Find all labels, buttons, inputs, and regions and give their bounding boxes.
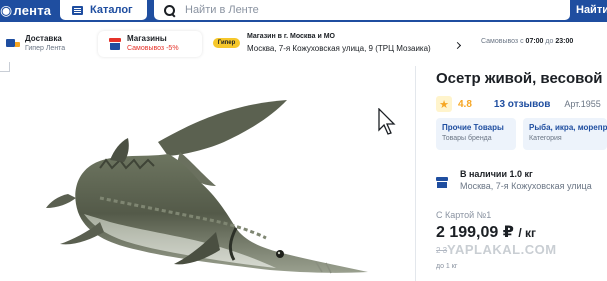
lenta-logo[interactable]: ◉ лента [0,1,51,19]
search-icon [164,4,175,16]
catalog-label: Каталог [90,4,133,16]
brand-chip-title: Прочие Товары [442,123,504,132]
store-address: Москва, 7-я Кожуховская улица, 9 (ТРЦ Мо… [247,44,431,53]
article-number: Арт.1955 [564,99,601,109]
store-title: Магазин в г. Москва и МО [247,33,335,40]
find-button[interactable]: Найти [570,0,607,20]
store-icon [436,177,448,188]
store-selector[interactable]: Магазин в г. Москва и МО Москва, 7-я Кож… [247,31,431,55]
price-value: 2 199,09 ₽ [436,224,514,241]
rating-value: 4.8 [458,98,472,110]
shop-icon [108,38,122,50]
top-header: ◉ лента Каталог Найти [0,0,607,22]
delivery-option[interactable]: Доставка Гипер Лента [6,31,65,57]
star-icon: ★ [436,96,452,112]
category-chip[interactable]: Рыба, икра, морепр Категория [523,118,607,150]
category-chip-title: Рыба, икра, морепр [529,123,607,132]
product-image-panel [0,62,415,281]
delivery-title: Доставка [25,34,62,43]
brand-chip-sub: Товары бренда [442,135,492,142]
availability-status: В наличии 1.0 кг [460,169,533,179]
mouse-cursor-icon [378,108,396,135]
rating-row: ★ 4.8 13 отзывов Арт.1955 [436,96,601,112]
price-unit: / кг [518,226,536,240]
logo-text: лента [13,2,52,18]
search-bar [154,0,570,20]
search-input[interactable] [185,4,545,16]
catalog-icon [72,5,83,15]
panel-corner [0,62,10,72]
truck-icon [6,38,20,50]
pickup-discount: Самовывоз -5% [127,45,179,52]
delivery-bar: Доставка Гипер Лента Магазины Самовывоз … [0,27,607,63]
panel-divider [415,66,416,281]
sturgeon-image[interactable] [40,94,380,274]
delivery-sub: Гипер Лента [25,45,66,52]
catalog-button[interactable]: Каталог [60,0,147,20]
card-price-label: С Картой №1 [436,210,492,220]
old-price: 2 3 [436,246,448,255]
brand-chip[interactable]: Прочие Товары Товары бренда [436,118,516,150]
store-type-badge: Гипер [213,38,240,48]
category-chip-sub: Категория [529,135,562,142]
product-price: 2 199,09 ₽ / кг [436,222,536,242]
availability-block: В наличии 1.0 кг Москва, 7-я Кожуховская… [436,168,592,192]
pickup-title: Магазины [127,34,167,43]
watermark-text: YAPLAKAL.COM [447,242,557,257]
weight-note: до 1 кг [436,263,458,270]
logo-mark-icon: ◉ [0,1,13,18]
pickup-hours: Самовывоз с 07:00 до 23:00 [481,38,574,45]
pickup-option[interactable]: Магазины Самовывоз -5% [98,31,202,57]
product-title: Осетр живой, весовой [436,70,603,87]
reviews-link[interactable]: 13 отзывов [494,99,550,110]
chevron-right-icon[interactable] [453,41,462,50]
availability-address: Москва, 7-я Кожуховская улица [460,181,592,191]
